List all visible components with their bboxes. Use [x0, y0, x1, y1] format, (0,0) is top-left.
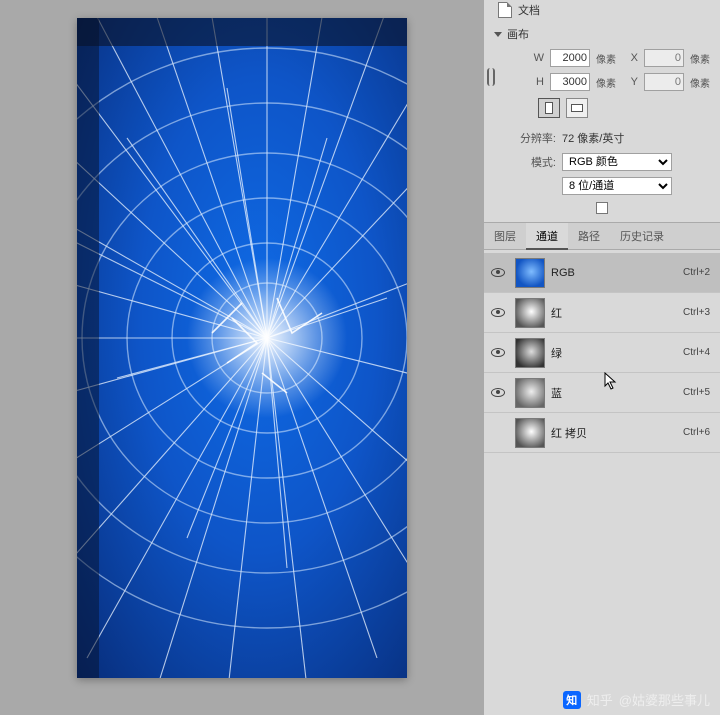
- tab-layers[interactable]: 图层: [484, 223, 526, 249]
- width-row: W 像素 X 像素: [498, 46, 720, 70]
- channel-row[interactable]: 蓝 Ctrl+5: [484, 373, 720, 413]
- x-label: X: [622, 52, 638, 64]
- watermark: 知 知乎 @姑婆那些事儿: [563, 690, 710, 709]
- eye-icon: [491, 308, 505, 317]
- eye-icon: [491, 348, 505, 357]
- channel-thumbnail: [515, 338, 545, 368]
- channel-row[interactable]: 红 拷贝 Ctrl+6: [484, 413, 720, 453]
- workspace[interactable]: [0, 0, 484, 715]
- channel-name: RGB: [551, 267, 677, 279]
- mode-row: 模式: RGB 颜色: [484, 150, 720, 174]
- channel-shortcut: Ctrl+2: [683, 267, 710, 278]
- height-row: H 像素 Y 像素: [498, 70, 720, 94]
- resolution-value: 72 像素/英寸: [562, 130, 624, 146]
- channel-row[interactable]: 绿 Ctrl+4: [484, 333, 720, 373]
- orientation-portrait-button[interactable]: [538, 98, 560, 118]
- channel-row[interactable]: 红 Ctrl+3: [484, 293, 720, 333]
- width-unit: 像素: [596, 51, 616, 66]
- tab-paths[interactable]: 路径: [568, 223, 610, 249]
- channel-list: RGB Ctrl+2 红 Ctrl+3 绿 Ctrl+4 蓝 Ctrl+5 红 拷贝 Ctrl+6: [484, 250, 720, 715]
- eye-icon: [491, 268, 505, 277]
- y-input[interactable]: [644, 73, 684, 91]
- document-icon: [498, 2, 512, 18]
- channel-thumbnail: [515, 258, 545, 288]
- visibility-toggle[interactable]: [487, 348, 509, 357]
- canvas-document[interactable]: [77, 18, 407, 678]
- watermark-user: @姑婆那些事儿: [619, 690, 710, 709]
- bit-depth-select[interactable]: 8 位/通道: [562, 177, 672, 195]
- width-input[interactable]: [550, 49, 590, 67]
- canvas-section-header[interactable]: 画布: [484, 22, 720, 46]
- channel-name: 红 拷贝: [551, 425, 677, 441]
- height-unit: 像素: [596, 75, 616, 90]
- resolution-label: 分辨率:: [514, 130, 556, 146]
- height-input[interactable]: [550, 73, 590, 91]
- orientation-landscape-button[interactable]: [566, 98, 588, 118]
- document-label: 文档: [518, 2, 540, 18]
- link-dimensions-icon[interactable]: [487, 68, 495, 86]
- mode-label: 模式:: [514, 154, 556, 170]
- visibility-toggle[interactable]: [487, 268, 509, 277]
- y-label: Y: [622, 76, 638, 88]
- y-unit: 像素: [690, 75, 710, 90]
- channel-shortcut: Ctrl+3: [683, 307, 710, 318]
- tab-history[interactable]: 历史记录: [610, 223, 674, 249]
- channel-name: 绿: [551, 345, 677, 361]
- channel-shortcut: Ctrl+4: [683, 347, 710, 358]
- channel-row[interactable]: RGB Ctrl+2: [484, 253, 720, 293]
- visibility-toggle[interactable]: [487, 388, 509, 397]
- resolution-row: 分辨率: 72 像素/英寸: [484, 126, 720, 150]
- color-mode-select[interactable]: RGB 颜色: [562, 153, 672, 171]
- channel-thumbnail: [515, 378, 545, 408]
- channel-name: 蓝: [551, 385, 677, 401]
- channel-shortcut: Ctrl+5: [683, 387, 710, 398]
- width-label: W: [528, 52, 544, 64]
- canvas-section-label: 画布: [507, 26, 529, 42]
- eye-icon: [491, 388, 505, 397]
- channel-shortcut: Ctrl+6: [683, 427, 710, 438]
- document-header[interactable]: 文档: [484, 0, 720, 22]
- channel-thumbnail: [515, 298, 545, 328]
- height-label: H: [528, 76, 544, 88]
- visibility-toggle[interactable]: [487, 308, 509, 317]
- zhihu-logo-icon: 知: [563, 691, 581, 709]
- properties-panel: 文档 画布 W 像素 X 像素 H: [484, 0, 720, 715]
- watermark-brand: 知乎: [587, 690, 613, 709]
- canvas-image: [77, 18, 407, 678]
- x-input[interactable]: [644, 49, 684, 67]
- canvas-checkbox[interactable]: [596, 202, 608, 214]
- channel-thumbnail: [515, 418, 545, 448]
- tab-channels[interactable]: 通道: [526, 223, 568, 250]
- panel-tabbar: 图层 通道 路径 历史记录: [484, 222, 720, 250]
- bits-row: 8 位/通道: [484, 174, 720, 198]
- channel-name: 红: [551, 305, 677, 321]
- x-unit: 像素: [690, 51, 710, 66]
- chevron-down-icon: [494, 32, 502, 37]
